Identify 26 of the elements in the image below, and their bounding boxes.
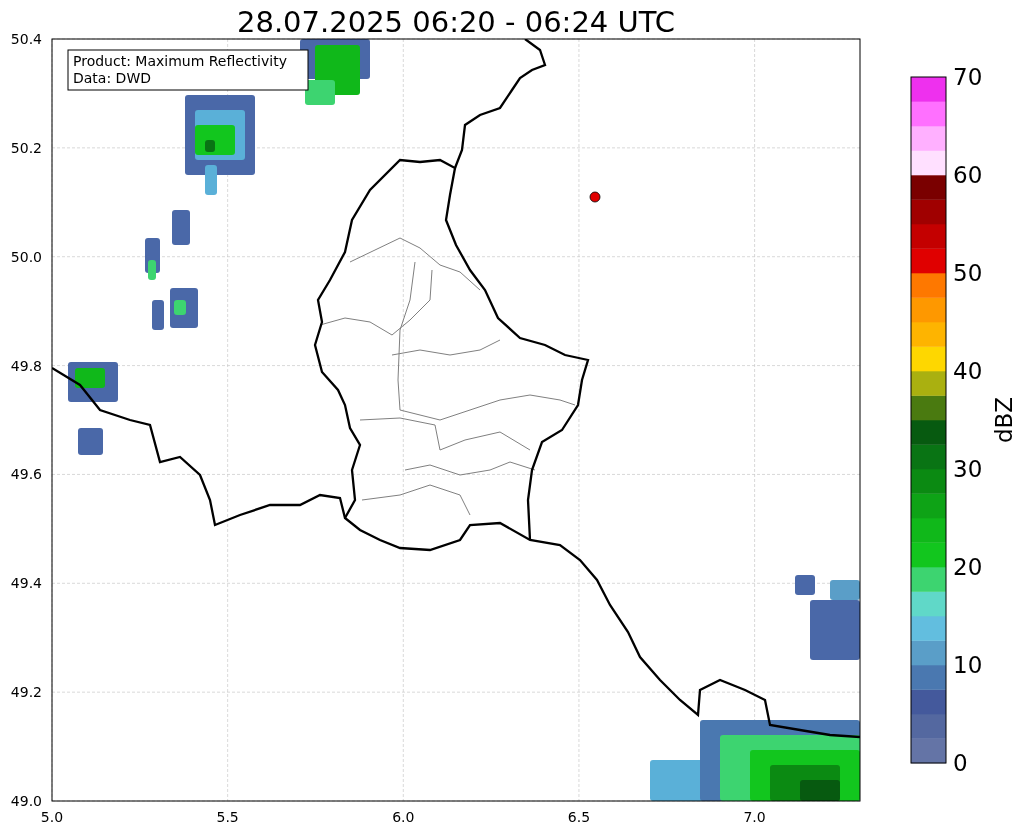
- axis-tick-label: 50.4: [10, 34, 42, 47]
- axis-tick-label: 5.5: [216, 809, 239, 825]
- axis-tick-label: 49.2: [10, 684, 42, 701]
- colorbar-tick-label: 20: [953, 554, 983, 580]
- axis-tick-label: 6.0: [392, 809, 415, 825]
- colorbar-tick-label: 50: [953, 260, 983, 286]
- colorbar-tick-label: 60: [953, 162, 983, 188]
- axis-tick-label: 49.6: [10, 466, 42, 483]
- axis-tick-label: 50.0: [10, 248, 42, 265]
- legend-text: Data: DWD: [73, 70, 151, 86]
- colorbar-tick-label: 30: [953, 456, 983, 482]
- location-marker-icon: [589, 191, 601, 203]
- axis-tick-label: 50.2: [10, 139, 42, 156]
- colorbar-tick-label: 70: [953, 64, 983, 90]
- chart-title: 28.07.2025 06:20 - 06:24 UTC: [236, 4, 676, 34]
- colorbar-label: dBZ: [991, 396, 1017, 444]
- axis-tick-label: 49.4: [10, 575, 42, 592]
- axis-tick-label: 49.0: [10, 793, 42, 809]
- legend-text: Product: Maximum Reflectivity: [73, 53, 287, 69]
- axis-tick-label: 6.5: [567, 809, 591, 825]
- axis-tick-label: 7.0: [743, 809, 766, 825]
- colorbar-tick-label: 0: [953, 750, 968, 776]
- colorbar-tick-label: 40: [953, 358, 983, 384]
- axis-tick-label: 5.0: [40, 809, 64, 825]
- colorbar-tick-label: 10: [953, 652, 983, 678]
- axis-tick-label: 49.8: [10, 357, 42, 374]
